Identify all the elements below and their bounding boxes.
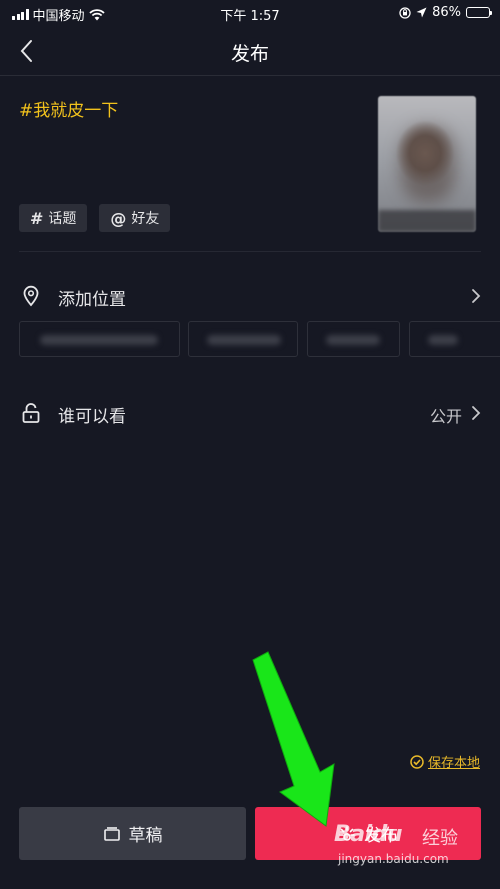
location-suggestion[interactable]: [409, 321, 500, 357]
location-pin-icon: [23, 285, 39, 307]
publish-button-label: 发布: [364, 826, 398, 846]
check-circle-icon: [410, 754, 424, 769]
add-location-label: 添加位置: [58, 290, 126, 310]
add-location-row[interactable]: 添加位置: [0, 276, 500, 316]
battery-icon: [466, 7, 492, 18]
orientation-lock-icon: [399, 6, 411, 19]
draft-button[interactable]: 草稿: [19, 807, 246, 860]
publish-button[interactable]: 发布: [255, 807, 481, 860]
nav-bar: 发布: [0, 26, 500, 76]
status-bar: 中国移动 下午 1:57 86%: [0, 0, 500, 26]
at-sign-icon: @: [110, 208, 127, 228]
chevron-right-icon: [472, 289, 481, 303]
chevron-right-icon: [472, 406, 481, 420]
lock-icon: [22, 403, 40, 423]
location-arrow-icon: [416, 7, 427, 18]
page-title: 发布: [230, 43, 269, 65]
draft-button-label: 草稿: [128, 826, 163, 846]
caption-input[interactable]: #我就皮一下: [19, 96, 118, 121]
visibility-value: 公开: [429, 407, 462, 426]
sparkle-icon: [339, 825, 355, 841]
hashtag-icon: #: [30, 208, 44, 228]
topic-chip[interactable]: # 话题: [19, 204, 88, 232]
mention-chip[interactable]: @ 好友: [99, 204, 171, 232]
save-local-label: 保存本地: [427, 756, 480, 771]
location-suggestion[interactable]: [307, 321, 400, 357]
draft-box-icon: [103, 826, 120, 841]
save-local-toggle[interactable]: 保存本地: [410, 752, 480, 771]
mention-chip-label: 好友: [131, 211, 160, 227]
battery-percent: 86%: [432, 5, 461, 20]
location-suggestion[interactable]: [188, 321, 298, 357]
visibility-label: 谁可以看: [58, 407, 126, 427]
location-suggestion[interactable]: [19, 321, 180, 357]
visibility-row[interactable]: 谁可以看 公开: [0, 393, 500, 433]
video-thumbnail[interactable]: [378, 96, 476, 232]
location-suggestions: [19, 321, 500, 357]
divider: [19, 251, 481, 252]
topic-chip-label: 话题: [48, 211, 77, 227]
